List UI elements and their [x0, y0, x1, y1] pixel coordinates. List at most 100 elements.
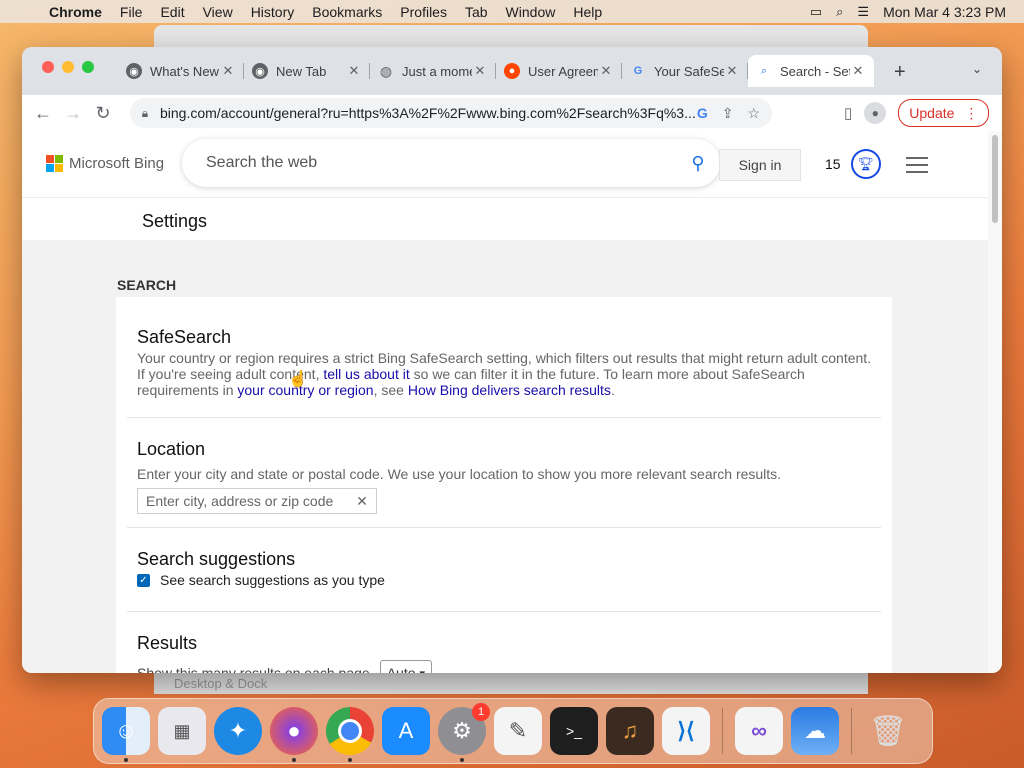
- tab-user-agreement[interactable]: ● User Agreement ✕: [496, 55, 622, 87]
- tab-just-a-moment[interactable]: ◍ Just a moment ✕: [370, 55, 496, 87]
- chrome-icon: ◉: [252, 63, 268, 79]
- address-bar[interactable]: 🔒︎ bing.com/account/general?ru=https%3A%…: [130, 98, 772, 128]
- tab-title: What's New: [150, 63, 219, 79]
- close-window-button[interactable]: [42, 61, 54, 73]
- page-title: Settings: [142, 211, 208, 231]
- launchpad-icon[interactable]: ▦: [158, 707, 206, 755]
- menu-window[interactable]: Window: [497, 4, 565, 20]
- garageband-icon[interactable]: ♫: [606, 707, 654, 755]
- dock-separator: [722, 708, 723, 754]
- tab-title: Your SafeSearch: [654, 63, 724, 79]
- side-panel-icon[interactable]: ▯: [844, 104, 852, 122]
- results-label: Show this many results on each page: [137, 665, 370, 673]
- results-block: Results Show this many results on each p…: [137, 633, 877, 673]
- tab-search-chevron-icon[interactable]: ⌄: [972, 62, 982, 76]
- tab-new-tab[interactable]: ◉ New Tab ✕: [244, 55, 370, 87]
- search-box[interactable]: ⚲: [182, 139, 720, 187]
- results-count-select[interactable]: Auto ▾: [379, 660, 433, 673]
- finder-icon[interactable]: ☺: [102, 707, 150, 762]
- tab-title: Search - Settings: [780, 63, 850, 79]
- window-controls: [42, 61, 94, 73]
- url-text[interactable]: bing.com/account/general?ru=https%3A%2F%…: [160, 105, 697, 121]
- app-store-icon[interactable]: A: [382, 707, 430, 755]
- menu-profiles[interactable]: Profiles: [391, 4, 456, 20]
- clear-icon[interactable]: ✕: [348, 493, 376, 510]
- tab-your-safesearch[interactable]: G Your SafeSearch ✕: [622, 55, 748, 87]
- google-lens-icon[interactable]: G: [697, 105, 708, 122]
- scroll-thumb[interactable]: [992, 135, 998, 223]
- tab-bar: ◉ What's New ✕ ◉ New Tab ✕ ◍ Just a mome…: [22, 47, 1002, 95]
- back-arrow-icon[interactable]: ←: [28, 103, 58, 124]
- vscode-icon[interactable]: ⟩⟨: [662, 707, 710, 755]
- profile-avatar-icon[interactable]: ●: [864, 102, 887, 124]
- chrome-icon[interactable]: [326, 707, 374, 762]
- visual-studio-icon[interactable]: ∞: [735, 707, 783, 755]
- menu-tab[interactable]: Tab: [456, 4, 497, 20]
- settings-header: Settings: [22, 197, 988, 240]
- dock-separator: [851, 708, 852, 754]
- menu-clock[interactable]: Mon Mar 4 3:23 PM: [883, 4, 1006, 20]
- menu-help[interactable]: Help: [564, 4, 611, 20]
- tell-us-link[interactable]: tell us about it: [323, 366, 409, 382]
- screen-mirroring-icon[interactable]: ▭: [810, 4, 822, 20]
- update-button[interactable]: Update ⋮: [898, 99, 990, 127]
- microsoft-bing-logo[interactable]: Microsoft Bing: [46, 155, 164, 172]
- tab-close-icon[interactable]: ✕: [850, 63, 866, 79]
- tab-whats-new[interactable]: ◉ What's New ✕: [118, 55, 244, 87]
- menu-history[interactable]: History: [242, 4, 304, 20]
- system-preferences-icon[interactable]: ⚙ 1: [438, 703, 490, 762]
- more-options-icon: ⋮: [964, 104, 979, 121]
- menu-bookmarks[interactable]: Bookmarks: [303, 4, 391, 20]
- tab-close-icon[interactable]: ✕: [346, 63, 362, 79]
- hamburger-menu-icon[interactable]: [906, 157, 928, 178]
- weather-icon[interactable]: ☁: [791, 707, 839, 755]
- chrome-icon: ◉: [126, 63, 142, 79]
- menu-edit[interactable]: Edit: [151, 4, 193, 20]
- suggestions-checkbox-label[interactable]: See search suggestions as you type: [160, 572, 385, 588]
- location-field[interactable]: ✕: [137, 488, 377, 514]
- spotlight-search-icon[interactable]: ⌕: [836, 4, 843, 20]
- tab-search-settings[interactable]: ⌕ Search - Settings ✕: [748, 55, 874, 87]
- menu-app-name[interactable]: Chrome: [40, 4, 111, 20]
- divider: [127, 527, 881, 528]
- tab-close-icon[interactable]: ✕: [598, 63, 614, 79]
- tab-close-icon[interactable]: ✕: [472, 63, 488, 79]
- tab-close-icon[interactable]: ✕: [220, 63, 236, 79]
- brand-name: Microsoft Bing: [69, 155, 165, 172]
- search-icon[interactable]: ⚲: [676, 153, 720, 174]
- section-heading: SEARCH: [117, 277, 177, 293]
- page-scrollbar[interactable]: [988, 131, 1002, 673]
- minimize-window-button[interactable]: [62, 61, 74, 73]
- update-label: Update: [909, 105, 955, 121]
- how-bing-delivers-link[interactable]: How Bing delivers search results: [408, 382, 611, 398]
- forward-arrow-icon[interactable]: →: [58, 103, 88, 124]
- sign-in-button[interactable]: Sign in: [719, 149, 801, 181]
- menu-file[interactable]: File: [111, 4, 152, 20]
- reload-icon[interactable]: ↻: [88, 103, 118, 124]
- control-center-icon[interactable]: ☰: [857, 4, 869, 20]
- suggestions-checkbox[interactable]: ✓: [137, 573, 150, 587]
- trash-icon[interactable]: 🗑︎: [864, 707, 912, 755]
- search-input[interactable]: [204, 153, 676, 173]
- trophy-icon: 🏆︎: [850, 149, 881, 179]
- location-title: Location: [137, 439, 206, 459]
- results-title: Results: [137, 633, 198, 653]
- location-input[interactable]: [138, 492, 348, 510]
- zoom-window-button[interactable]: [82, 61, 94, 73]
- firefox-icon[interactable]: ●: [270, 707, 318, 762]
- terminal-icon[interactable]: >_: [550, 707, 598, 755]
- share-icon[interactable]: ⇪: [722, 105, 734, 122]
- pointer-cursor-icon: ☝: [288, 371, 308, 388]
- new-tab-button[interactable]: +: [894, 61, 906, 84]
- lock-icon[interactable]: 🔒︎: [130, 106, 160, 121]
- sign-in-label: Sign in: [738, 157, 782, 173]
- safari-icon[interactable]: ✦: [214, 707, 262, 755]
- bookmark-star-icon[interactable]: ☆: [747, 105, 760, 122]
- tab-close-icon[interactable]: ✕: [724, 63, 740, 79]
- textedit-icon[interactable]: ✎: [494, 707, 542, 755]
- tab-title: User Agreement: [528, 63, 598, 79]
- globe-icon: ◍: [379, 62, 393, 79]
- menu-view[interactable]: View: [194, 4, 242, 20]
- rewards-button[interactable]: 15 🏆︎: [825, 149, 881, 179]
- background-window-footer: Desktop & Dock: [154, 672, 868, 694]
